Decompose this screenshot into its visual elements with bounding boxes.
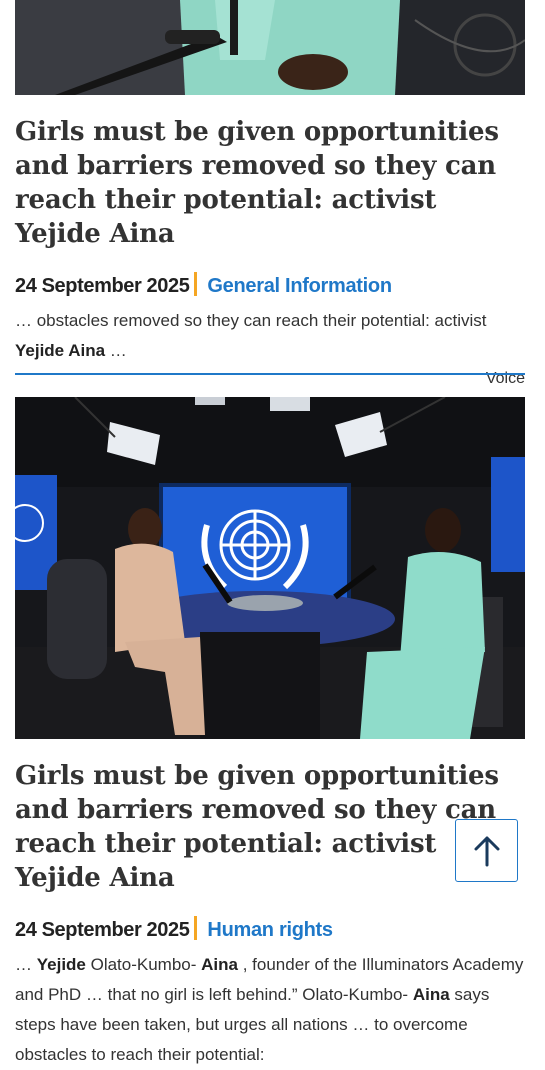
article-meta: 24 September 2025 Human rights <box>15 916 525 944</box>
article-title[interactable]: Girls must be given opportunities and ba… <box>15 759 525 895</box>
article-card: Girls must be given opportunities and ba… <box>15 397 525 1070</box>
article-meta: 24 September 2025 General Information <box>15 272 525 300</box>
snippet-text: Olato-Kumbo- <box>85 955 202 974</box>
arrow-up-icon <box>474 836 499 866</box>
snippet-highlight: Yejide <box>36 955 86 974</box>
article-divider <box>15 373 525 375</box>
article-snippet: … Yejide Olato-Kumbo- Aina , founder of … <box>15 950 525 1070</box>
snippet-text: … <box>105 341 127 360</box>
article-card: Girls must be given opportunities and ba… <box>15 0 525 388</box>
article-image[interactable] <box>15 397 525 739</box>
article-date: 24 September 2025 <box>15 275 190 297</box>
article-category-link[interactable]: Human rights <box>207 919 333 941</box>
article-date: 24 September 2025 <box>15 919 190 941</box>
article-title[interactable]: Girls must be given opportunities and ba… <box>15 115 525 251</box>
snippet-highlight: Aina <box>201 955 238 974</box>
meta-separator <box>194 916 198 940</box>
snippet-text: … <box>15 955 37 974</box>
studio-photo <box>15 397 525 739</box>
scroll-to-top-button[interactable] <box>455 819 518 882</box>
meta-separator <box>194 272 198 296</box>
article-category-link[interactable]: General Information <box>207 275 392 297</box>
snippet-highlight: Aina <box>412 985 450 1004</box>
snippet-text: … obstacles removed so they can reach th… <box>15 311 487 330</box>
podcast-photo-crop <box>15 0 525 95</box>
snippet-highlight: Yejide Aina <box>15 341 106 360</box>
article-image[interactable] <box>15 0 525 95</box>
article-snippet: … obstacles removed so they can reach th… <box>15 306 525 366</box>
